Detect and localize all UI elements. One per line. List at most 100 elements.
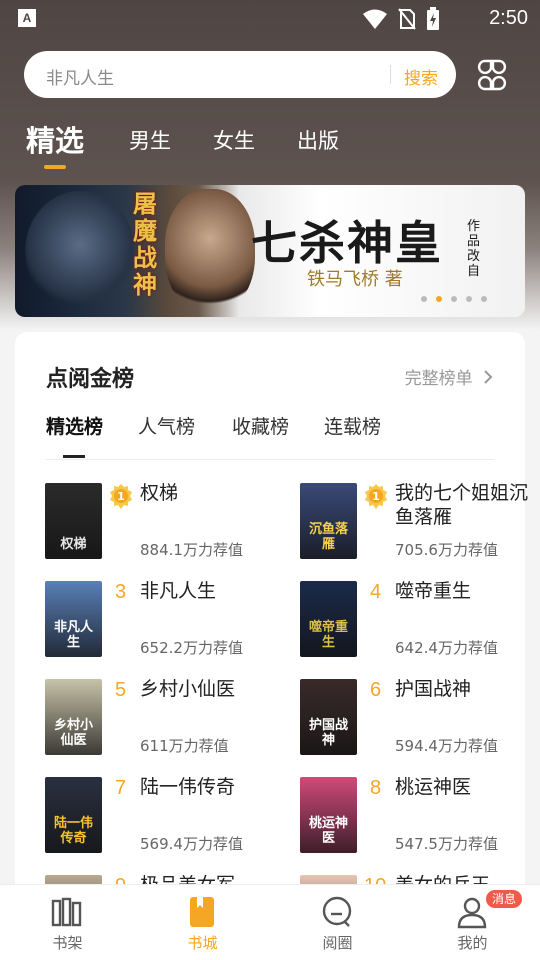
book-title[interactable]: 非凡人生 — [140, 579, 275, 603]
book-item[interactable]: 非凡人生 3 非凡人生 652.2万力荐值 — [45, 579, 275, 661]
book-cover-title: 桃运神医 — [308, 816, 348, 846]
tab-chuban[interactable]: 出版 — [297, 125, 339, 155]
chevron-right-icon — [484, 370, 493, 384]
book-recommend-count: 652.2万力荐值 — [140, 639, 243, 657]
tab-nvsheng[interactable]: 女生 — [213, 125, 255, 155]
book-cover[interactable]: 非凡人生 — [45, 581, 102, 657]
user-icon — [457, 897, 487, 929]
book-item[interactable]: 噬帝重生 4 噬帝重生 642.4万力荐值 — [300, 579, 530, 661]
app-notification-icon: A — [18, 9, 36, 27]
book-title[interactable]: 乡村小仙医 — [140, 677, 275, 701]
book-recommend-count: 884.1万力荐值 — [140, 541, 243, 559]
bookshelf-icon — [51, 897, 82, 927]
nav-circle[interactable]: 阅圈 — [270, 885, 405, 960]
status-bar: A 2:50 — [0, 0, 540, 38]
tab-shoucangbang[interactable]: 收藏榜 — [232, 412, 289, 439]
search-divider — [390, 65, 391, 84]
gold-medal-icon: 1 — [365, 484, 387, 509]
book-cover[interactable]: 陆一伟传奇 — [45, 777, 102, 853]
book-title[interactable]: 护国战神 — [395, 677, 530, 701]
book-item[interactable]: 乡村小仙医 5 乡村小仙医 611万力荐值 — [45, 677, 275, 759]
book-item[interactable]: 桃运神医 8 桃运神医 547.5万力荐值 — [300, 775, 530, 857]
full-ranking-link[interactable]: 完整榜单 — [405, 364, 494, 389]
tab-nansheng[interactable]: 男生 — [129, 125, 171, 155]
rank-number: 1 — [117, 490, 125, 503]
page-dot[interactable] — [451, 296, 457, 302]
book-cover-title: 权梯 — [60, 537, 87, 552]
rank-number: 8 — [370, 777, 382, 799]
wifi-icon — [363, 9, 387, 29]
book-cover-title: 陆一伟传奇 — [53, 816, 93, 846]
book-cover[interactable]: 桃运神医 — [300, 777, 357, 853]
message-badge: 消息 — [486, 890, 523, 908]
page-dot-active[interactable] — [436, 296, 442, 302]
gold-medal-icon: 1 — [110, 484, 132, 509]
book-item[interactable]: 护国战神 6 护国战神 594.4万力荐值 — [300, 677, 530, 759]
book-cover-title: 噬帝重生 — [308, 620, 348, 650]
tab-jingxuanbang[interactable]: 精选榜 — [46, 412, 103, 439]
rank-number: 6 — [370, 679, 382, 701]
book-recommend-count: 642.4万力荐值 — [395, 639, 498, 657]
book-item[interactable]: 权梯 1 权梯 884.1万力荐值 — [45, 481, 275, 563]
tab-lianzaibang[interactable]: 连载榜 — [324, 412, 381, 439]
rank-number: 3 — [115, 581, 127, 603]
ranking-tab-indicator — [63, 455, 85, 458]
nav-label: 阅圈 — [322, 934, 353, 952]
search-button[interactable]: 搜索 — [404, 64, 438, 89]
book-recommend-count: 705.6万力荐值 — [395, 541, 498, 559]
book-cover[interactable]: 乡村小仙医 — [45, 679, 102, 755]
no-sim-icon — [398, 8, 416, 30]
nav-bookshelf[interactable]: 书架 — [0, 885, 135, 960]
tab-indicator — [44, 165, 66, 169]
banner-character-art — [25, 191, 135, 311]
bottom-nav: 书架 书城 阅圈 我的 — [0, 884, 540, 960]
banner-cover-text: 屠魔战神 — [133, 190, 157, 299]
status-icons — [362, 7, 440, 31]
nav-label: 我的 — [457, 934, 488, 952]
rank-number: 5 — [115, 679, 127, 701]
ranking-title: 点阅金榜 — [46, 367, 135, 392]
page-dot[interactable] — [481, 296, 487, 302]
book-recommend-count: 569.4万力荐值 — [140, 835, 243, 853]
page-dot[interactable] — [466, 296, 472, 302]
book-recommend-count: 594.4万力荐值 — [395, 737, 498, 755]
book-title[interactable]: 桃运神医 — [395, 775, 530, 799]
nav-label: 书城 — [187, 934, 218, 952]
book-cover-title: 非凡人生 — [53, 620, 93, 650]
search-input[interactable]: 非凡人生 — [46, 64, 114, 89]
banner-pagination — [421, 296, 487, 302]
rank-number: 7 — [115, 777, 127, 799]
book-item[interactable]: 沉鱼落雁 1 我的七个姐姐沉鱼落雁 705.6万力荐值 — [300, 481, 530, 563]
book-title[interactable]: 我的七个姐姐沉鱼落雁 — [395, 481, 530, 529]
tab-jingxuan[interactable]: 精选 — [26, 118, 84, 160]
book-cover-title: 乡村小仙医 — [53, 718, 93, 748]
book-item[interactable]: 陆一伟传奇 7 陆一伟传奇 569.4万力荐值 — [45, 775, 275, 857]
book-cover[interactable]: 沉鱼落雁 — [300, 483, 357, 559]
full-ranking-label: 完整榜单 — [404, 369, 473, 389]
book-cover[interactable]: 权梯 — [45, 483, 102, 559]
book-cover[interactable]: 噬帝重生 — [300, 581, 357, 657]
category-grid-icon[interactable] — [474, 57, 510, 93]
book-title[interactable]: 权梯 — [140, 481, 275, 505]
chat-circle-icon — [322, 896, 352, 927]
tab-renqibang[interactable]: 人气榜 — [138, 412, 195, 439]
book-cover[interactable]: 护国战神 — [300, 679, 357, 755]
nav-bookstore[interactable]: 书城 — [135, 885, 270, 960]
bookstore-icon — [190, 897, 214, 927]
rank-number: 4 — [370, 581, 382, 603]
nav-label: 书架 — [52, 934, 83, 952]
book-recommend-count: 547.5万力荐值 — [395, 835, 498, 853]
divider — [46, 459, 494, 460]
book-recommend-count: 611万力荐值 — [140, 737, 229, 755]
banner-title: 七杀神皇 — [251, 216, 443, 270]
search-bar[interactable]: 非凡人生 搜索 — [24, 51, 456, 98]
page-dot[interactable] — [421, 296, 427, 302]
clock: 2:50 — [489, 7, 528, 29]
book-title[interactable]: 陆一伟传奇 — [140, 775, 275, 799]
book-cover-title: 护国战神 — [308, 718, 348, 748]
banner-side-text: 作品改自 — [467, 219, 481, 279]
banner-author: 铁马飞桥 著 — [307, 269, 403, 290]
battery-charging-icon — [427, 7, 439, 30]
book-title[interactable]: 噬帝重生 — [395, 579, 530, 603]
book-cover-title: 沉鱼落雁 — [308, 522, 348, 552]
